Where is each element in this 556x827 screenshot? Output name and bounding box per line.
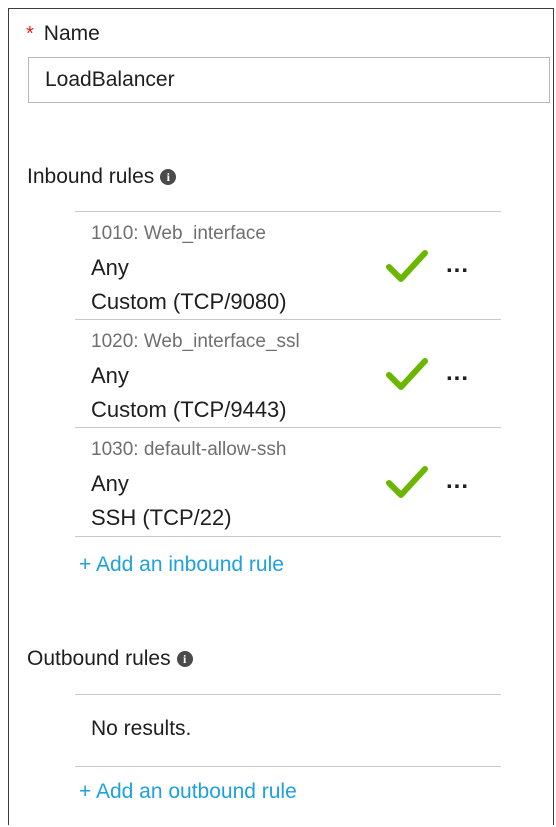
name-label-text: Name [43, 22, 100, 45]
rule-name: 1020: Web_interface_ssl [91, 331, 300, 352]
rule-name: 1030: default-allow-ssh [91, 439, 287, 460]
rule-source: Any [91, 363, 129, 388]
required-mark: * [26, 23, 34, 45]
rule-service: Custom (TCP/9443) [91, 397, 287, 422]
inbound-rule-row[interactable]: 1030: default-allow-ssh Any SSH (TCP/22)… [75, 427, 501, 537]
outbound-rules-label: Outbound rules [27, 647, 171, 670]
add-inbound-rule-link[interactable]: + Add an inbound rule [79, 553, 284, 577]
name-input[interactable] [28, 57, 550, 103]
inbound-rule-row[interactable]: 1020: Web_interface_ssl Any Custom (TCP/… [75, 319, 501, 427]
rule-service: Custom (TCP/9080) [91, 289, 287, 314]
empty-results-text: No results. [91, 717, 192, 740]
add-outbound-rule-link[interactable]: + Add an outbound rule [79, 780, 297, 804]
info-icon[interactable]: i [176, 651, 193, 667]
more-options-icon[interactable]: ... [446, 466, 482, 496]
check-icon [386, 250, 428, 282]
rule-name: 1010: Web_interface [91, 223, 266, 244]
outbound-rule-list: No results. [75, 694, 501, 767]
check-icon [386, 358, 428, 390]
inbound-rules-title: Inbound rules i [27, 165, 177, 189]
more-options-icon[interactable]: ... [446, 358, 482, 388]
name-label: * Name [26, 22, 100, 46]
check-icon [386, 466, 428, 498]
info-icon[interactable]: i [160, 169, 177, 185]
inbound-rule-row[interactable]: 1010: Web_interface Any Custom (TCP/9080… [75, 211, 501, 319]
rule-source: Any [91, 255, 129, 280]
outbound-rules-title: Outbound rules i [27, 647, 193, 671]
rule-service: SSH (TCP/22) [91, 505, 232, 530]
rule-source: Any [91, 471, 129, 496]
more-options-icon[interactable]: ... [446, 250, 482, 280]
inbound-rules-label: Inbound rules [27, 165, 155, 188]
inbound-rule-list: 1010: Web_interface Any Custom (TCP/9080… [75, 211, 501, 537]
